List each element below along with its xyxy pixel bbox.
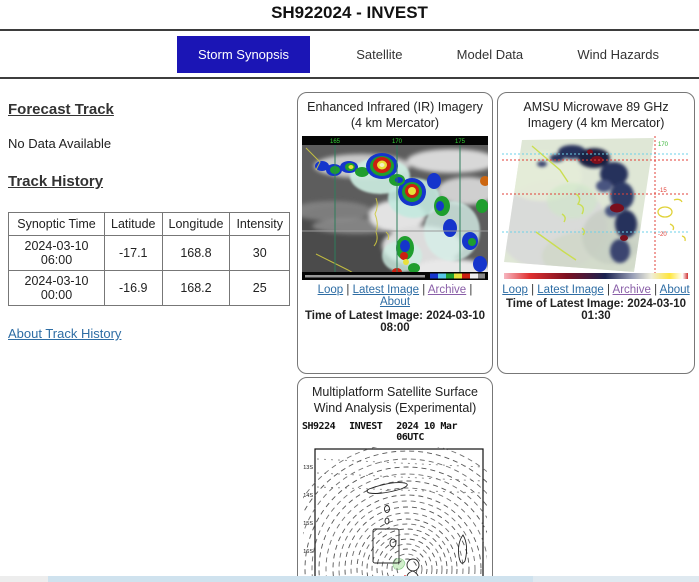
amsu-grid-label-lon: 170	[658, 142, 669, 148]
loop-link[interactable]: Loop	[502, 284, 528, 296]
panel-enhanced-ir-title: Enhanced Infrared (IR) Imagery (4 km Mer…	[307, 100, 483, 131]
tab-wind-hazards[interactable]: Wind Hazards	[569, 37, 667, 72]
enhanced-ir-links: Loop | Latest Image | Archive | About	[302, 284, 488, 308]
tab-satellite[interactable]: Satellite	[348, 37, 410, 72]
tab-storm-synopsis[interactable]: Storm Synopsis	[177, 35, 311, 73]
bottom-scrollbar[interactable]	[0, 576, 699, 582]
cell-latitude: -16.9	[104, 270, 163, 306]
ir-grid-label: 175	[455, 139, 466, 145]
panel-wind-analysis: Multiplatform Satellite Surface Wind Ana…	[297, 377, 493, 582]
enhanced-ir-latest-time: Time of Latest Image: 2024-03-10 08:00	[304, 309, 486, 334]
wind-datetime: 2024 10 Mar 06UTC	[396, 420, 457, 443]
left-column: Forecast Track No Data Available Track H…	[7, 79, 290, 343]
cell-latitude: -17.1	[104, 235, 163, 271]
amsu-image[interactable]: 170 -15 -20	[502, 135, 690, 280]
scrollbar-thumb[interactable]	[48, 576, 533, 582]
table-row: 2024-03-10 06:00 -17.1 168.8 30	[7, 235, 290, 271]
wind-axis-label: 16S	[303, 549, 313, 555]
col-longitude: Longitude	[161, 212, 231, 236]
page-title: SH922024 - INVEST	[271, 3, 428, 22]
col-synoptic-time: Synoptic Time	[7, 212, 106, 236]
col-latitude: Latitude	[104, 212, 163, 236]
panel-wind-analysis-title: Multiplatform Satellite Surface Wind Ana…	[311, 385, 479, 416]
scrollbar-track[interactable]	[533, 576, 699, 582]
storm-page: SH922024 - INVEST Storm Synopsis Satelli…	[0, 0, 699, 582]
col-intensity: Intensity	[229, 212, 290, 236]
wind-storm-id: SH9224	[302, 420, 336, 432]
forecast-track-status: No Data Available	[8, 136, 112, 151]
track-history-table: Synoptic Time Latitude Longitude Intensi…	[7, 212, 290, 306]
link-separator: |	[606, 283, 610, 296]
link-separator: |	[469, 283, 473, 296]
cell-intensity: 25	[229, 270, 290, 306]
amsu-colorbar	[504, 272, 688, 279]
latest-image-link[interactable]: Latest Image	[537, 284, 603, 296]
ir-grid-label: 165	[330, 139, 341, 145]
amsu-grid-label-lat: -20	[658, 232, 667, 238]
track-history-heading: Track History	[8, 173, 104, 190]
cell-longitude: 168.8	[161, 235, 231, 271]
main-content: Forecast Track No Data Available Track H…	[0, 79, 699, 582]
link-separator: |	[346, 283, 350, 296]
enhanced-ir-image[interactable]: 165 170 175	[302, 135, 488, 280]
archive-link[interactable]: Archive	[428, 284, 466, 296]
ir-grid-label: 170	[392, 139, 403, 145]
wind-axis-label: 13S	[303, 465, 313, 471]
cell-synoptic-time: 2024-03-10 06:00	[7, 235, 106, 271]
wind-image-header: SH9224 INVEST 2024 10 Mar 06UTC	[302, 421, 488, 443]
cell-longitude: 168.2	[161, 270, 231, 306]
panel-enhanced-ir: Enhanced Infrared (IR) Imagery (4 km Mer…	[297, 92, 493, 374]
about-track-history-link[interactable]: About Track History	[8, 326, 121, 341]
loop-link[interactable]: Loop	[318, 284, 344, 296]
table-row: 2024-03-10 00:00 -16.9 168.2 25	[7, 270, 290, 306]
latest-image-link[interactable]: Latest Image	[353, 284, 419, 296]
archive-link[interactable]: Archive	[613, 284, 651, 296]
forecast-track-heading: Forecast Track	[8, 101, 114, 118]
tab-bar: Storm Synopsis Satellite Model Data Wind…	[0, 31, 699, 77]
link-separator: |	[654, 283, 658, 296]
amsu-links: Loop | Latest Image | Archive | About	[502, 284, 690, 296]
tab-model-data[interactable]: Model Data	[449, 37, 531, 72]
link-separator: |	[531, 283, 535, 296]
wind-storm-name: INVEST	[349, 420, 383, 432]
amsu-grid-label-lat: -15	[658, 188, 667, 194]
wind-axis-label: 15S	[303, 521, 313, 527]
panel-amsu-microwave: AMSU Microwave 89 GHz Imagery (4 km Merc…	[497, 92, 695, 374]
wind-analysis-image[interactable]: 13S 14S 15S 16S 17S 18S 19S 20S	[303, 446, 487, 582]
table-header-row: Synoptic Time Latitude Longitude Intensi…	[7, 212, 290, 236]
wind-axis-label: 14S	[303, 493, 313, 499]
link-separator: |	[422, 283, 426, 296]
cell-intensity: 30	[229, 235, 290, 271]
amsu-latest-time: Time of Latest Image: 2024-03-10 01:30	[505, 297, 687, 322]
panel-amsu-title: AMSU Microwave 89 GHz Imagery (4 km Merc…	[523, 100, 669, 131]
cell-synoptic-time: 2024-03-10 00:00	[7, 270, 106, 306]
about-link[interactable]: About	[380, 296, 410, 308]
about-link[interactable]: About	[660, 284, 690, 296]
